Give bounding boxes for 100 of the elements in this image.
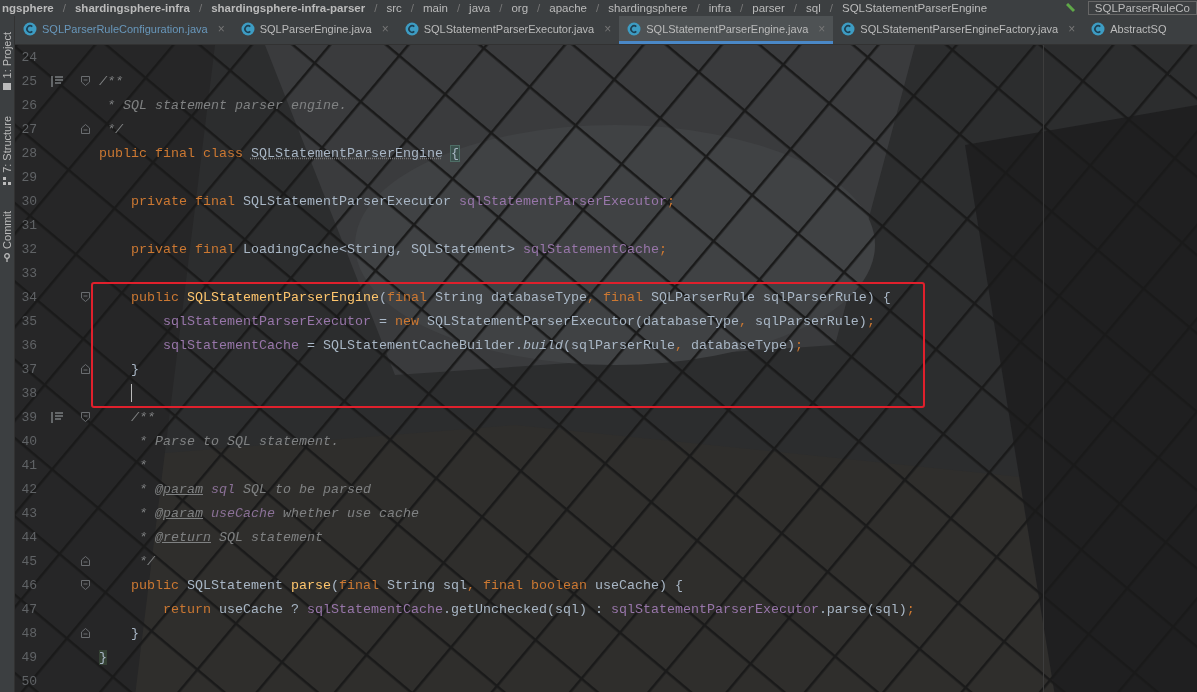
class-icon xyxy=(23,21,37,36)
path-separator: / xyxy=(829,1,833,15)
class-icon xyxy=(1091,21,1106,36)
breadcrumb-item[interactable]: sql xyxy=(806,1,821,15)
line-number: 44 xyxy=(20,529,37,545)
code-line: return useCache ? sqlStatementCache.getUnchecked(sql) : sqlStatementParserExecutor.parse(sql); xyxy=(162,601,915,617)
code-line: private final LoadingCache<String, SQLStatement> sqlStatementCache; xyxy=(130,241,667,257)
code-line: * Parse to SQL statement. xyxy=(138,433,339,449)
code-line: * @param useCache whether use cache xyxy=(138,505,419,521)
tool-window-button[interactable]: Commit xyxy=(1,211,13,250)
structure-icon xyxy=(3,177,11,186)
class-icon xyxy=(841,21,856,36)
fold-marker-icon[interactable] xyxy=(81,580,90,590)
code-line: */ xyxy=(106,121,123,137)
path-separator: / xyxy=(199,1,203,15)
path-separator: / xyxy=(596,1,600,15)
line-number: 25 xyxy=(20,73,37,89)
tool-window-button[interactable]: 1: Project xyxy=(1,32,13,79)
code-line: * @param sql SQL to be parsed xyxy=(138,481,371,497)
line-number: 26 xyxy=(20,97,37,113)
code-line: public SQLStatement parse(final String sql, final boolean useCache) { xyxy=(130,577,683,593)
breadcrumb-item[interactable]: infra xyxy=(708,1,732,15)
breadcrumb-item[interactable]: apache xyxy=(549,1,587,15)
path-separator: / xyxy=(696,1,700,15)
breadcrumb-item[interactable]: org xyxy=(511,1,529,15)
line-number: 42 xyxy=(20,481,37,497)
editor-tab[interactable]: SQLParserEngine.java × xyxy=(232,16,397,44)
breadcrumb-item[interactable]: main xyxy=(422,1,448,15)
path-separator: / xyxy=(499,1,503,15)
breadcrumb-item[interactable]: src xyxy=(386,1,402,15)
path-separator: / xyxy=(374,1,378,15)
line-number: 29 xyxy=(20,169,37,185)
code-line: * SQL statement parser engine. xyxy=(106,97,347,113)
line-number: 36 xyxy=(20,337,37,353)
path-separator: / xyxy=(410,1,414,15)
path-separator: / xyxy=(740,1,744,15)
line-number: 30 xyxy=(20,193,37,209)
breadcrumb-item[interactable]: parser xyxy=(752,1,785,15)
path-separator: / xyxy=(793,1,798,15)
line-number: 47 xyxy=(20,601,37,617)
editor-tab[interactable]: SQLStatementParserExecutor.java × xyxy=(396,16,620,44)
class-icon xyxy=(404,21,419,36)
breadcrumb-item[interactable]: java xyxy=(469,1,491,15)
line-number: 28 xyxy=(20,145,37,161)
fold-marker-icon[interactable] xyxy=(81,364,90,374)
line-number: 27 xyxy=(20,121,37,137)
line-number: 35 xyxy=(20,313,37,329)
breadcrumb-item[interactable]: shardingsphere-infra-parser xyxy=(211,1,366,15)
line-number: 49 xyxy=(20,649,37,665)
breadcrumb-item[interactable]: ngsphere xyxy=(2,1,54,15)
path-separator: / xyxy=(456,1,461,15)
fold-marker-icon[interactable] xyxy=(81,556,90,566)
line-number: 34 xyxy=(20,289,37,305)
line-number: 40 xyxy=(20,433,37,449)
fold-marker-icon[interactable] xyxy=(81,412,90,422)
editor-tab[interactable]: SQLParserRuleConfiguration.java × xyxy=(15,16,233,44)
editor-tab[interactable]: AbstractSQ xyxy=(1083,16,1175,44)
code-line: * xyxy=(138,457,147,473)
class-icon xyxy=(240,21,255,36)
code-line: private final SQLStatementParserExecutor sqlStatementParserExecutor; xyxy=(130,193,675,209)
path-separator: / xyxy=(537,1,541,15)
fold-marker-icon[interactable] xyxy=(81,628,90,638)
breadcrumb-item[interactable]: shardingsphere xyxy=(608,1,688,15)
code-line: * @return SQL statement xyxy=(138,529,323,545)
fold-marker-icon[interactable] xyxy=(81,292,90,302)
code-line: } xyxy=(130,361,139,377)
line-number: 50 xyxy=(20,673,37,689)
breadcrumb-item[interactable]: shardingsphere-infra xyxy=(74,1,190,15)
class-icon xyxy=(627,21,642,36)
fold-marker-icon[interactable] xyxy=(81,76,90,86)
line-number: 33 xyxy=(20,265,37,281)
line-number: 41 xyxy=(20,457,37,473)
editor-tab[interactable]: SQLStatementParserEngineFactory.java × xyxy=(833,16,1084,44)
line-number: 45 xyxy=(20,553,37,569)
line-number: 48 xyxy=(20,625,37,641)
line-number: 43 xyxy=(20,505,37,521)
commit-icon xyxy=(3,253,11,263)
code-line: /** xyxy=(130,409,155,425)
code-line: public SQLStatementParserEngine(final String databaseType, final SQLParserRule sqlParserRule) { xyxy=(130,289,891,305)
doc-render-icon[interactable] xyxy=(51,411,63,423)
line-number: 38 xyxy=(20,385,37,401)
line-number: 37 xyxy=(20,361,37,377)
code-line: sqlStatementCache = SQLStatementCacheBuilder.build(sqlParserRule, databaseType); xyxy=(162,337,803,353)
code-line: /** xyxy=(98,73,123,89)
code-line: */ xyxy=(138,553,155,569)
code-line: } xyxy=(130,625,139,641)
line-number: 32 xyxy=(20,241,37,257)
code-line: public final class SQLStatementParserEngine { xyxy=(98,145,459,161)
run-config-selector[interactable]: SQLParserRuleCo xyxy=(1087,1,1197,15)
line-number: 39 xyxy=(20,409,37,425)
fold-marker-icon[interactable] xyxy=(81,124,90,134)
path-separator: / xyxy=(62,1,66,15)
code-line: sqlStatementParserExecutor = new SQLStatementParserExecutor(databaseType, sqlParserRule); xyxy=(162,313,875,329)
doc-render-icon[interactable] xyxy=(51,75,63,87)
breadcrumb-item[interactable]: SQLStatementParserEngine xyxy=(841,1,988,15)
line-number: 24 xyxy=(20,49,37,65)
line-number: 46 xyxy=(20,577,37,593)
line-number: 31 xyxy=(20,217,37,233)
editor-tab[interactable]: SQLStatementParserEngine.java × xyxy=(619,16,834,44)
tool-window-button[interactable]: 7: Structure xyxy=(1,116,13,174)
